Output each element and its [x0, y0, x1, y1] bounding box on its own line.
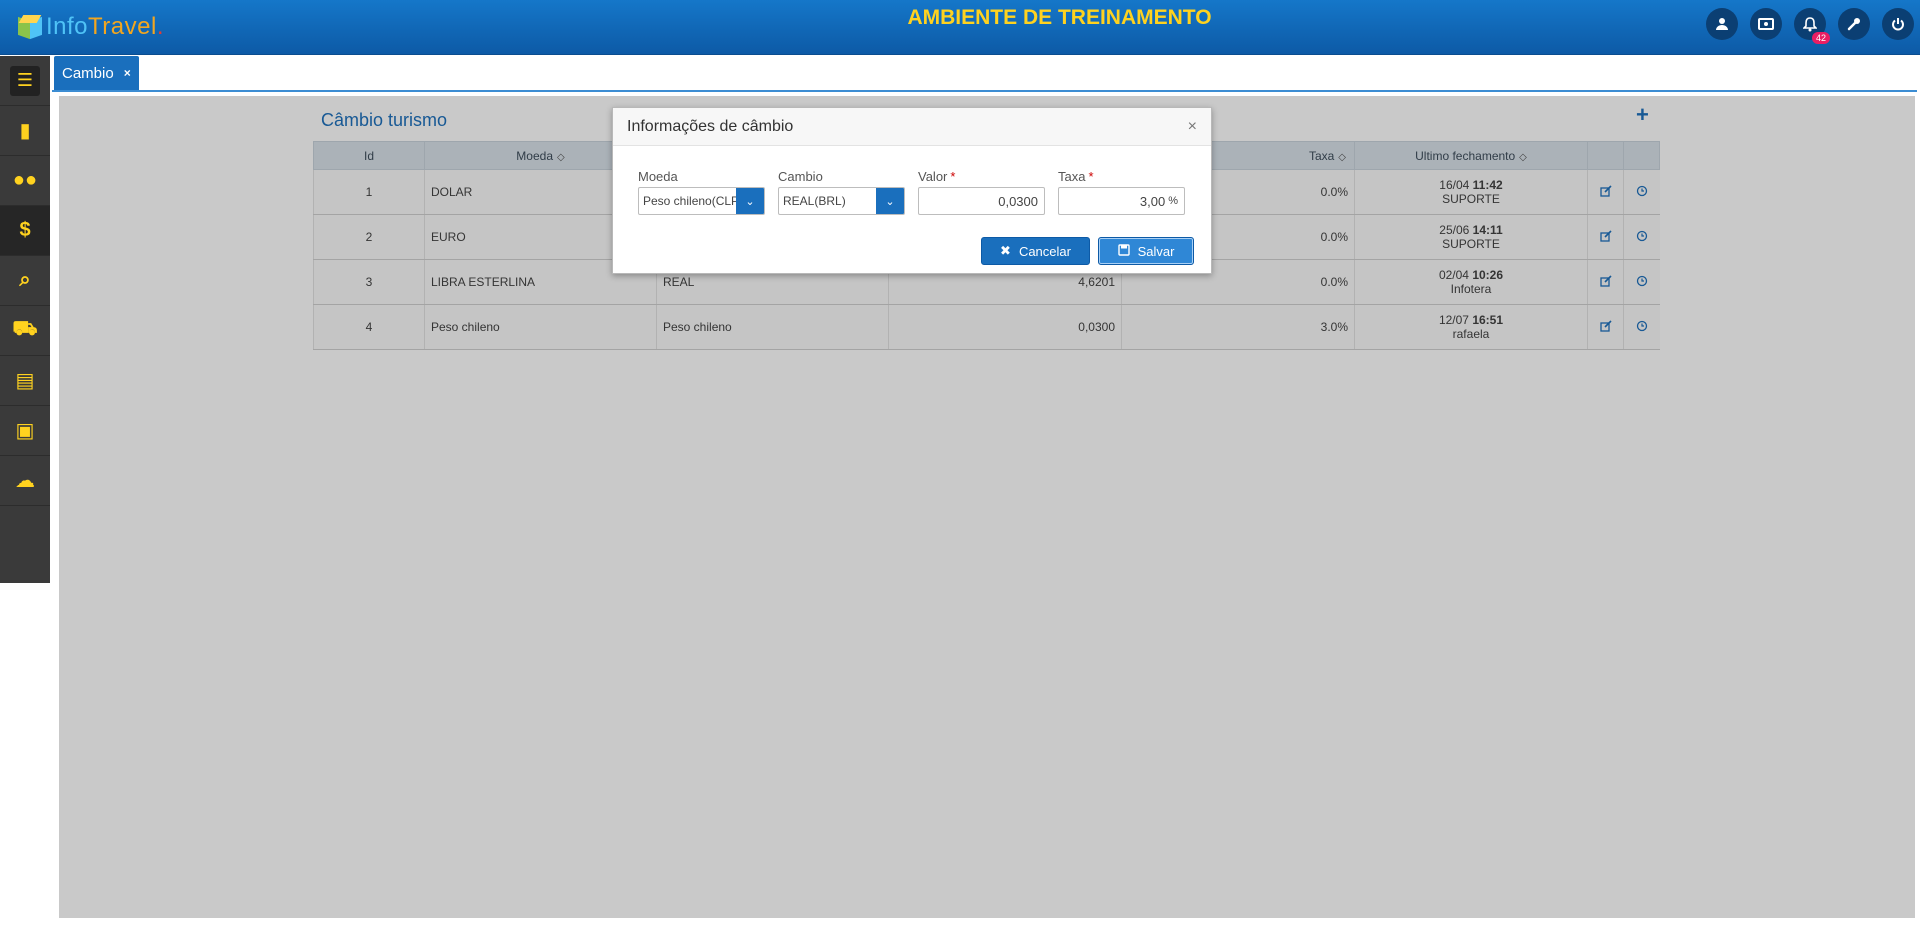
moeda-label: Moeda — [638, 169, 678, 184]
save-button[interactable]: Salvar — [1098, 237, 1194, 265]
cambio-field: Cambio REAL(BRL) ⌄ — [778, 169, 905, 215]
bell-icon[interactable]: 42 — [1794, 8, 1830, 44]
search-icon[interactable]: ⌕ — [0, 256, 50, 306]
chevron-down-icon[interactable]: ⌄ — [876, 188, 904, 214]
taxa-field: Taxa * 3,00 % — [1058, 169, 1185, 215]
cloud-icon[interactable]: ☁ — [0, 456, 50, 506]
cambio-label: Cambio — [778, 169, 823, 184]
close-icon: ✖ — [1000, 243, 1011, 258]
modal-header: Informações de câmbio × — [613, 108, 1211, 146]
user-icon[interactable] — [1706, 8, 1738, 40]
cart-icon[interactable]: ⛟ — [0, 306, 50, 356]
notification-badge: 42 — [1811, 32, 1830, 44]
percent-unit: % — [1168, 195, 1178, 207]
users-icon[interactable]: ●● — [0, 156, 50, 206]
moeda-select[interactable]: Peso chileno(CLP) ⌄ — [638, 187, 765, 215]
tab-cambio[interactable]: Cambio × — [54, 56, 139, 90]
taxa-input[interactable]: 3,00 % — [1058, 187, 1185, 215]
valor-field: Valor * 0,0300 — [918, 169, 1045, 215]
power-icon[interactable] — [1882, 8, 1914, 40]
moeda-field: Moeda Peso chileno(CLP) ⌄ — [638, 169, 765, 215]
dollar-icon[interactable]: $ — [0, 206, 50, 256]
floppy-icon — [1117, 243, 1130, 259]
building-icon[interactable]: ▮ — [0, 106, 50, 156]
top-bar: InfoTravel. AMBIENTE DE TREINAMENTO 42 — [0, 0, 1920, 55]
close-icon[interactable]: × — [1188, 118, 1197, 136]
tab-label: Cambio — [62, 64, 114, 82]
list-icon: ☰ — [10, 65, 40, 96]
document-icon[interactable]: ▤ — [0, 356, 50, 406]
exchange-info-modal: Informações de câmbio × Moeda Peso chile… — [612, 107, 1212, 274]
money-icon[interactable]: ▣ — [0, 406, 50, 456]
cancel-label: Cancelar — [1018, 243, 1071, 259]
cambio-select[interactable]: REAL(BRL) ⌄ — [778, 187, 905, 215]
valor-label: Valor * — [918, 169, 956, 184]
save-label: Salvar — [1137, 243, 1175, 259]
moeda-select-value: Peso chileno(CLP) — [643, 194, 744, 208]
tab-close-icon[interactable]: × — [124, 66, 131, 80]
wrench-icon[interactable] — [1838, 8, 1870, 40]
environment-title: AMBIENTE DE TREINAMENTO — [907, 6, 1212, 29]
modal-title: Informações de câmbio — [627, 117, 794, 135]
top-icons: 42 — [1706, 8, 1914, 44]
cancel-button[interactable]: ✖ Cancelar — [981, 237, 1090, 265]
valor-input-value: 0,0300 — [998, 193, 1038, 209]
taxa-input-value: 3,00 — [1139, 193, 1166, 209]
tab-bar: Cambio × — [52, 56, 1917, 92]
taxa-label: Taxa * — [1058, 169, 1094, 184]
money-icon[interactable] — [1750, 8, 1782, 40]
cambio-select-value: REAL(BRL) — [783, 194, 846, 208]
valor-input[interactable]: 0,0300 — [918, 187, 1045, 215]
menu-toggle[interactable]: ☰ — [0, 56, 50, 106]
chevron-down-icon[interactable]: ⌄ — [736, 188, 764, 214]
sidebar: ☰ ▮ ●● $ ⌕ ⛟ ▤ ▣ ☁ — [0, 56, 50, 583]
